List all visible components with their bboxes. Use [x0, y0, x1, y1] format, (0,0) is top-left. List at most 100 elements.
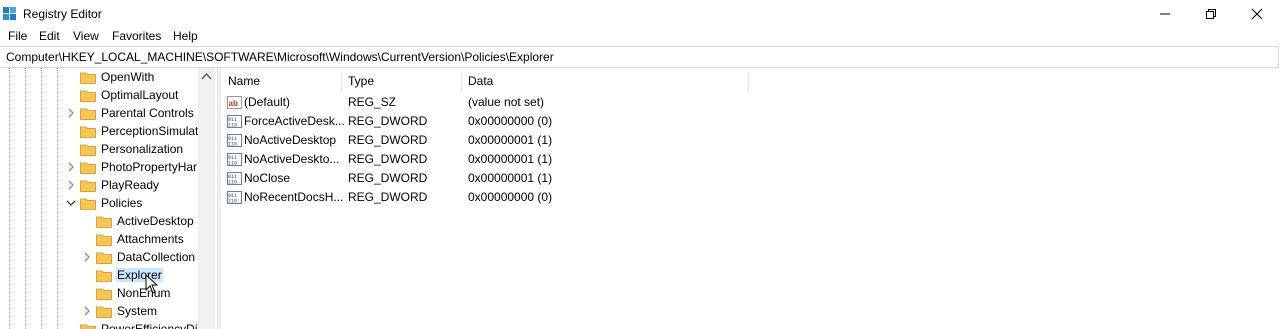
tree-item[interactable]: DataCollection: [96, 248, 196, 266]
folder-icon: [80, 90, 96, 102]
value-name: ForceActiveDesk...: [244, 114, 344, 128]
collapse-icon[interactable]: [66, 198, 76, 208]
dword-value-icon: 011110: [227, 191, 242, 204]
column-header-name[interactable]: Name: [228, 72, 260, 90]
menu-help[interactable]: Help: [173, 28, 198, 44]
menu-bar: File Edit View Favorites Help: [0, 28, 1280, 46]
value-row[interactable]: 011 110 NoRecentDocsH... REG_DWORD 0x0000000…: [227, 188, 747, 207]
dword-value-icon: 011110: [227, 153, 242, 166]
tree-item[interactable]: ActiveDesktop: [96, 212, 195, 230]
scroll-up-icon[interactable]: [198, 68, 215, 85]
value-row[interactable]: 011 110 NoActiveDeskto... REG_DWORD 0x000000…: [227, 150, 747, 169]
expand-icon[interactable]: [82, 306, 92, 316]
values-list[interactable]: Name Type Data ab (Default) REG_SZ (value n…: [221, 68, 1280, 329]
value-row[interactable]: ab (Default) REG_SZ (value not set): [227, 93, 747, 112]
menu-file[interactable]: File: [8, 28, 27, 44]
folder-icon: [96, 234, 112, 246]
dword-value-icon: 011110: [227, 134, 242, 147]
tree-item[interactable]: NonEnum: [96, 284, 171, 302]
tree-item[interactable]: PerceptionSimulat: [80, 122, 199, 140]
svg-text:110: 110: [228, 199, 237, 205]
mouse-cursor-icon: [145, 274, 159, 294]
value-name: NoActiveDesktop: [244, 133, 337, 147]
expand-icon[interactable]: [66, 162, 76, 172]
value-data: 0x00000000 (0): [468, 190, 553, 204]
folder-icon: [80, 324, 96, 329]
tree-item-label: NonEnum: [117, 286, 171, 300]
folder-icon: [80, 180, 96, 192]
expand-icon[interactable]: [66, 108, 76, 118]
value-data: 0x00000001 (1): [468, 152, 553, 166]
tree-item-label: PowerEfficiencyDi: [101, 322, 198, 329]
value-row[interactable]: 011 110 NoActiveDesktop REG_DWORD 0x00000001…: [227, 131, 747, 150]
tree-item-label: PerceptionSimulat: [101, 124, 199, 138]
minimize-icon: [1160, 13, 1170, 15]
value-name: (Default): [244, 95, 291, 109]
tree-item-label: Attachments: [117, 232, 184, 246]
value-name: NoRecentDocsH...: [244, 190, 344, 204]
restore-button[interactable]: [1188, 0, 1234, 28]
tree-item-label: PhotoPropertyHar: [101, 160, 198, 174]
tree-item-label: OpenWith: [101, 70, 155, 84]
tree-item[interactable]: PowerEfficiencyDi: [80, 320, 198, 329]
folder-icon: [80, 144, 96, 156]
tree-item[interactable]: Parental Controls: [80, 104, 195, 122]
value-data: 0x00000001 (1): [468, 171, 553, 185]
value-row[interactable]: 011 110 NoClose REG_DWORD 0x00000001 (1): [227, 169, 747, 188]
minimize-button[interactable]: [1142, 0, 1188, 28]
svg-text:110: 110: [228, 161, 237, 167]
expand-icon[interactable]: [66, 180, 76, 190]
restore-icon: [1206, 9, 1216, 19]
value-type: REG_DWORD: [348, 133, 428, 147]
value-name: NoClose: [244, 171, 291, 185]
tree-item-label: PlayReady: [101, 178, 160, 192]
tree-item-label: Personalization: [101, 142, 184, 156]
column-header-data[interactable]: Data: [468, 72, 493, 90]
tree-item-label: Policies: [101, 196, 143, 210]
tree-item[interactable]: PlayReady: [80, 176, 160, 194]
registry-editor-icon: [3, 7, 16, 20]
folder-icon: [96, 252, 112, 264]
tree-item[interactable]: OpenWith: [80, 68, 155, 86]
folder-icon: [80, 72, 96, 84]
expand-icon[interactable]: [82, 252, 92, 262]
key-tree[interactable]: OpenWith OptimalLayout Parental Controls Pe…: [0, 68, 216, 329]
svg-text:110: 110: [228, 123, 237, 129]
svg-text:110: 110: [228, 180, 237, 186]
folder-icon: [96, 306, 112, 318]
tree-item-label: System: [117, 304, 158, 318]
tree-item[interactable]: OptimalLayout: [80, 86, 179, 104]
value-row[interactable]: 011 110 ForceActiveDesk... REG_DWORD 0x00000…: [227, 112, 747, 131]
tree-item-label: ActiveDesktop: [117, 214, 194, 228]
value-type: REG_DWORD: [348, 114, 428, 128]
tree-guide-line: [9, 68, 10, 329]
close-button[interactable]: [1234, 0, 1280, 28]
tree-scrollbar[interactable]: [198, 68, 215, 329]
tree-item-label: Parental Controls: [101, 106, 194, 120]
column-header-type[interactable]: Type: [348, 72, 374, 90]
tree-item[interactable]: Policies: [80, 194, 143, 212]
menu-view[interactable]: View: [73, 28, 99, 44]
value-type: REG_DWORD: [348, 152, 428, 166]
menu-edit[interactable]: Edit: [39, 28, 60, 44]
tree-guide-line: [41, 68, 42, 329]
tree-item[interactable]: PhotoPropertyHar: [80, 158, 198, 176]
tree-item-label: DataCollection: [117, 250, 196, 264]
value-type: REG_SZ: [348, 95, 397, 109]
folder-icon: [80, 108, 96, 120]
address-path[interactable]: Computer\HKEY_LOCAL_MACHINE\SOFTWARE\Mic…: [6, 50, 554, 64]
value-type: REG_DWORD: [348, 171, 428, 185]
column-divider[interactable]: [748, 72, 749, 92]
tree-item[interactable]: Attachments: [96, 230, 185, 248]
value-data: 0x00000000 (0): [468, 114, 553, 128]
menu-favorites[interactable]: Favorites: [112, 28, 161, 44]
folder-icon: [96, 288, 112, 300]
dword-value-icon: 011110: [227, 172, 242, 185]
tree-item[interactable]: Personalization: [80, 140, 184, 158]
tree-item[interactable]: System: [96, 302, 158, 320]
folder-icon: [80, 126, 96, 138]
column-divider[interactable]: [461, 72, 462, 92]
title-bar: Registry Editor: [0, 0, 1280, 28]
column-divider[interactable]: [341, 72, 342, 92]
address-bar[interactable]: Computer\HKEY_LOCAL_MACHINE\SOFTWARE\Mic…: [0, 46, 1279, 68]
